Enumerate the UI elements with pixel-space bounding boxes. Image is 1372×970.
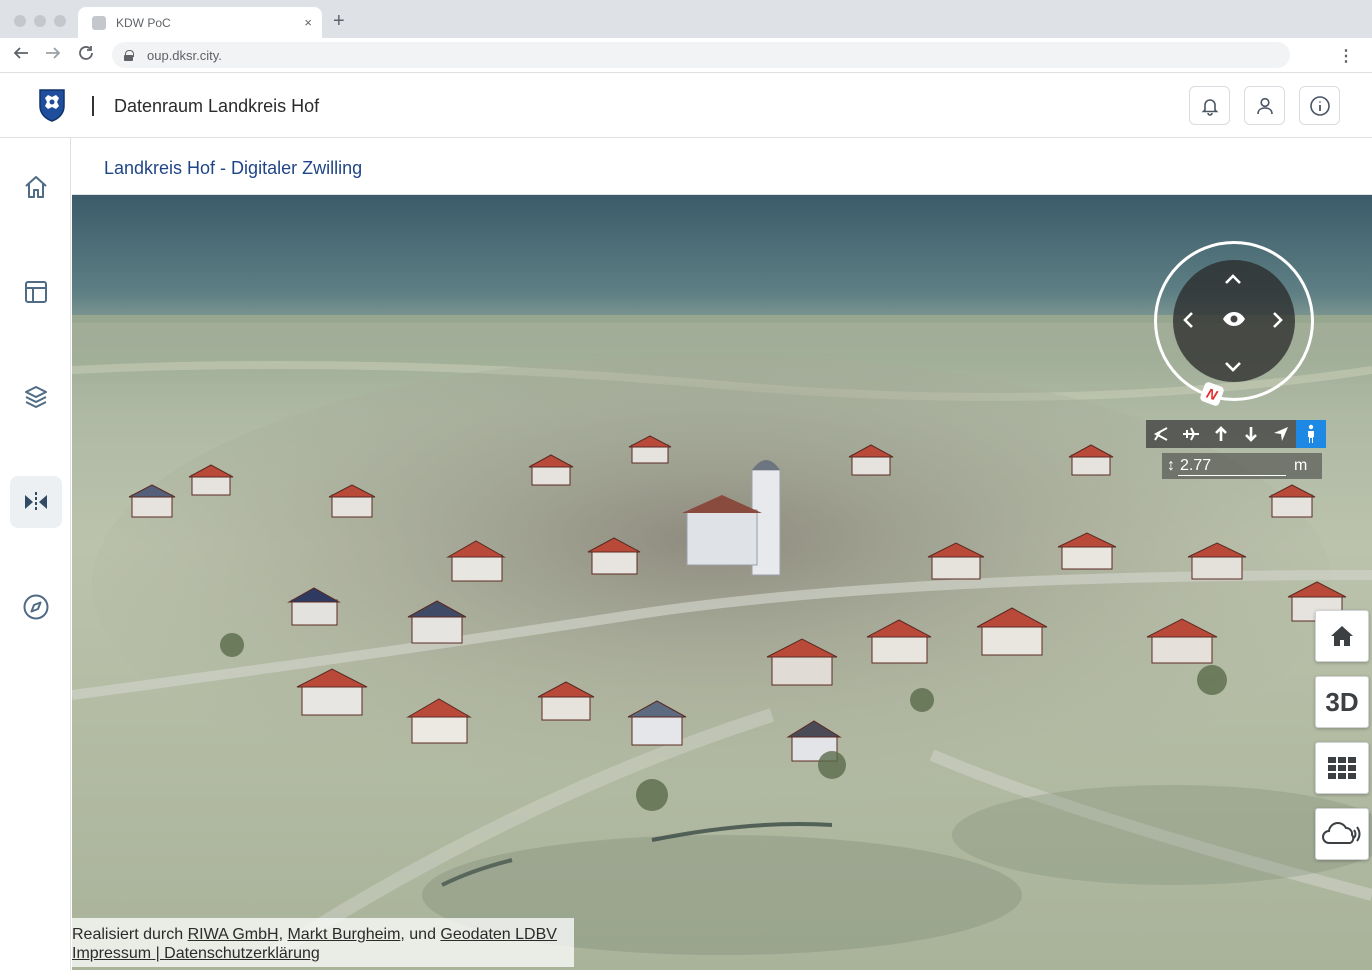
bell-icon [1201,98,1218,116]
user-icon [1256,97,1273,114]
info-button[interactable] [1299,86,1340,125]
tab-close-icon[interactable]: × [304,15,312,30]
streaming-button[interactable] [1315,808,1369,860]
rotate-left-icon[interactable] [1181,310,1195,334]
url-text: oup.dksr.city. [147,47,222,63]
sidebar-item-explore[interactable] [10,581,62,633]
compass-icon [23,594,49,620]
favicon-icon [92,15,106,30]
home-icon [25,176,47,198]
up-icon[interactable] [1206,420,1236,448]
geodaten-link[interactable]: Geodaten LDBV [440,926,557,943]
view-mode-toggle[interactable]: 3D [1315,676,1369,728]
page-header: Landkreis Hof - Digitaler Zwilling [72,138,1372,195]
lock-icon [124,49,134,61]
close-window-dot[interactable] [14,15,26,27]
layout-icon [25,281,47,303]
layers-icon [25,386,47,408]
forward-icon[interactable] [44,44,62,67]
down-icon[interactable] [1236,420,1266,448]
header-separator [92,96,94,116]
locate-icon[interactable] [1266,420,1296,448]
compass-dial[interactable] [1173,260,1295,382]
digital-twin-icon [25,492,47,512]
height-arrows-icon: ↕ [1167,457,1175,474]
impressum-link[interactable]: Impressum [72,945,151,962]
tilt-down-icon[interactable] [1223,356,1243,378]
eye-height-control: ↕ 2.77 m [1162,453,1322,479]
basemap-button[interactable] [1315,742,1369,794]
attribution-footer: Realisiert durch RIWA GmbH, Markt Burghe… [72,918,574,967]
maximize-window-dot[interactable] [54,15,66,27]
pedestrian-icon[interactable] [1296,420,1326,448]
eye-icon[interactable] [1222,311,1246,327]
cloud-icon [1322,822,1361,844]
height-unit: m [1294,457,1308,474]
browser-toolbar: oup.dksr.city. ⋮ [0,38,1372,73]
riwa-link[interactable]: RIWA GmbH [188,926,279,943]
back-icon[interactable] [12,44,30,67]
legal-divider: | [151,945,165,962]
info-icon [1309,95,1330,116]
coat-of-arms-logo [39,89,65,122]
minimize-window-dot[interactable] [34,15,46,27]
app-title: Datenraum Landkreis Hof [114,96,320,116]
reset-view-button[interactable] [1315,610,1369,662]
sidebar-item-layers[interactable] [10,371,62,423]
rotate-right-icon[interactable] [1271,310,1285,334]
attribution-line: Realisiert durch RIWA GmbH, Markt Burghe… [72,925,574,944]
sidebar-item-layout[interactable] [10,266,62,318]
hide-icon[interactable] [1146,420,1176,448]
address-bar[interactable]: oup.dksr.city. [112,42,1290,68]
user-button[interactable] [1244,86,1285,125]
map-3d-viewer[interactable]: N ↕ 2.77 m 3D Realisiert durch RIWA GmbH… [72,195,1372,970]
attribution-und: , und [400,926,441,943]
new-tab-button[interactable]: + [333,10,345,33]
height-input[interactable]: 2.77 [1178,457,1286,476]
browser-menu-icon[interactable]: ⋮ [1338,46,1354,66]
navigation-compass[interactable]: N [1154,241,1314,407]
grid-icon [1328,757,1356,779]
legal-line: Impressum | Datenschutzerklärung [72,944,574,963]
app-header: Datenraum Landkreis Hof [0,73,1372,138]
privacy-link[interactable]: Datenschutzerklärung [164,945,320,962]
navigation-mode-bar [1146,420,1326,448]
sidebar-item-digital-twin[interactable] [10,476,62,528]
browser-tab[interactable]: KDW PoC × [78,7,322,38]
page-title: Landkreis Hof - Digitaler Zwilling [104,158,363,178]
home-icon [1331,626,1353,646]
reload-icon[interactable] [77,44,95,67]
tilt-up-icon[interactable] [1223,268,1243,290]
markt-burgheim-link[interactable]: Markt Burgheim [287,926,400,943]
fly-icon[interactable] [1176,420,1206,448]
attribution-prefix: Realisiert durch [72,926,188,943]
browser-tab-bar: KDW PoC × + [0,0,1372,38]
notifications-button[interactable] [1189,86,1230,125]
sidebar [0,138,71,970]
window-controls [14,15,66,27]
tab-title: KDW PoC [116,15,171,30]
sidebar-item-home[interactable] [10,161,62,213]
view-mode-label: 3D [1325,686,1359,717]
